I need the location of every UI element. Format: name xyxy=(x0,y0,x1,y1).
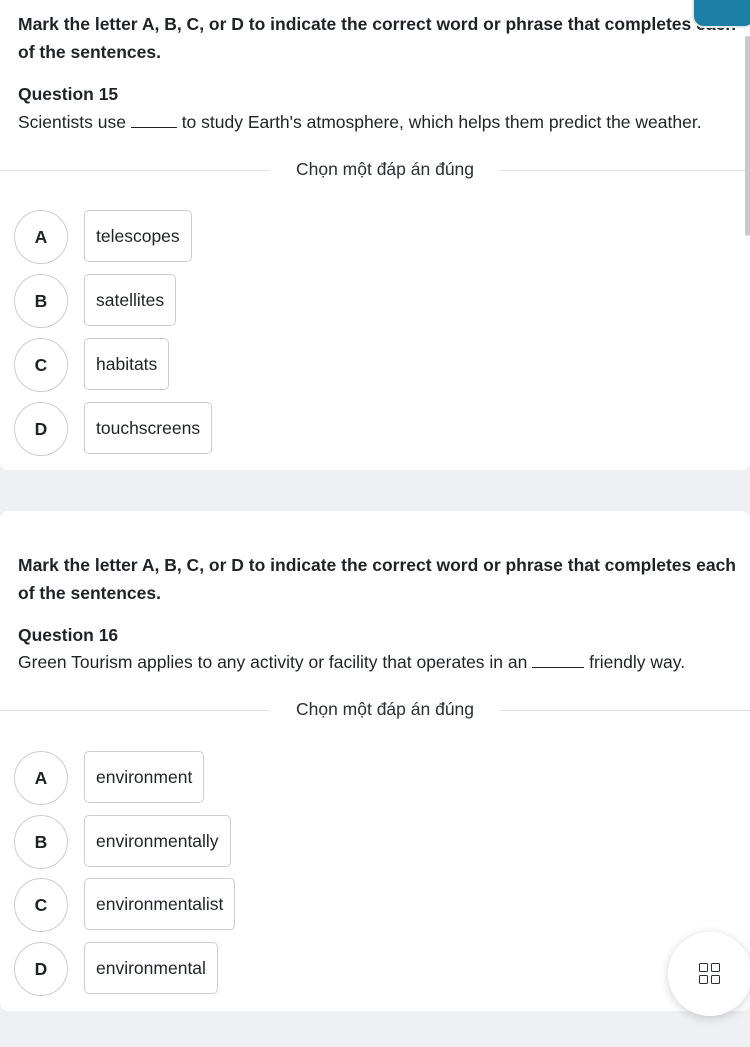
option-text[interactable]: habitats xyxy=(84,338,170,390)
option-letter[interactable]: B xyxy=(14,815,68,869)
option-text[interactable]: satellites xyxy=(84,274,177,326)
answer-blank xyxy=(532,653,585,668)
option-text[interactable]: telescopes xyxy=(84,210,192,262)
divider-line xyxy=(500,170,750,171)
grid-menu-icon xyxy=(699,963,721,985)
choose-answer-divider: Chọn một đáp án đúng xyxy=(0,159,750,183)
option-letter[interactable]: D xyxy=(14,402,68,456)
choose-answer-divider: Chọn một đáp án đúng xyxy=(0,699,750,723)
divider-line xyxy=(0,710,270,711)
option-letter[interactable]: D xyxy=(14,942,68,996)
option-text[interactable]: environment xyxy=(84,751,205,803)
scrollbar-thumb[interactable] xyxy=(745,36,750,236)
option-text[interactable]: environmentalist xyxy=(84,878,236,930)
option-letter[interactable]: C xyxy=(14,338,68,392)
option-letter[interactable]: B xyxy=(14,274,68,328)
question-instruction: Mark the letter A, B, C, or D to indicat… xyxy=(18,555,736,603)
question-text: Scientists use to study Earth's atmosphe… xyxy=(18,112,748,133)
question-text-before: Green Tourism applies to any activity or… xyxy=(18,652,533,672)
option-letter[interactable]: C xyxy=(14,878,68,932)
option-letter[interactable]: A xyxy=(14,210,68,264)
choose-answer-label: Chọn một đáp án đúng xyxy=(295,699,475,719)
choose-answer-label: Chọn một đáp án đúng xyxy=(295,159,475,179)
option-text[interactable]: environmentally xyxy=(84,815,231,867)
question-title: Question 15 xyxy=(18,84,119,104)
question-text-before: Scientists use xyxy=(18,112,131,132)
question-text-after: to study Earth's atmosphere, which helps… xyxy=(176,112,702,132)
answer-blank xyxy=(130,113,177,128)
divider-line xyxy=(500,710,750,711)
question-card-16: Mark the letter A, B, C, or D to indicat… xyxy=(0,511,750,1011)
question-card-15: Mark the letter A, B, C, or D to indicat… xyxy=(0,0,750,470)
question-instruction: Mark the letter A, B, C, or D to indicat… xyxy=(18,14,736,62)
option-text[interactable]: environmental xyxy=(84,942,218,994)
question-text-after: friendly way. xyxy=(584,652,686,672)
corner-badge[interactable] xyxy=(692,0,750,28)
question-text: Green Tourism applies to any activity or… xyxy=(18,652,748,673)
divider-line xyxy=(0,170,270,171)
question-menu-button[interactable] xyxy=(668,932,750,1016)
question-title: Question 16 xyxy=(18,625,119,645)
option-letter[interactable]: A xyxy=(14,751,68,805)
option-text[interactable]: touchscreens xyxy=(84,402,213,454)
